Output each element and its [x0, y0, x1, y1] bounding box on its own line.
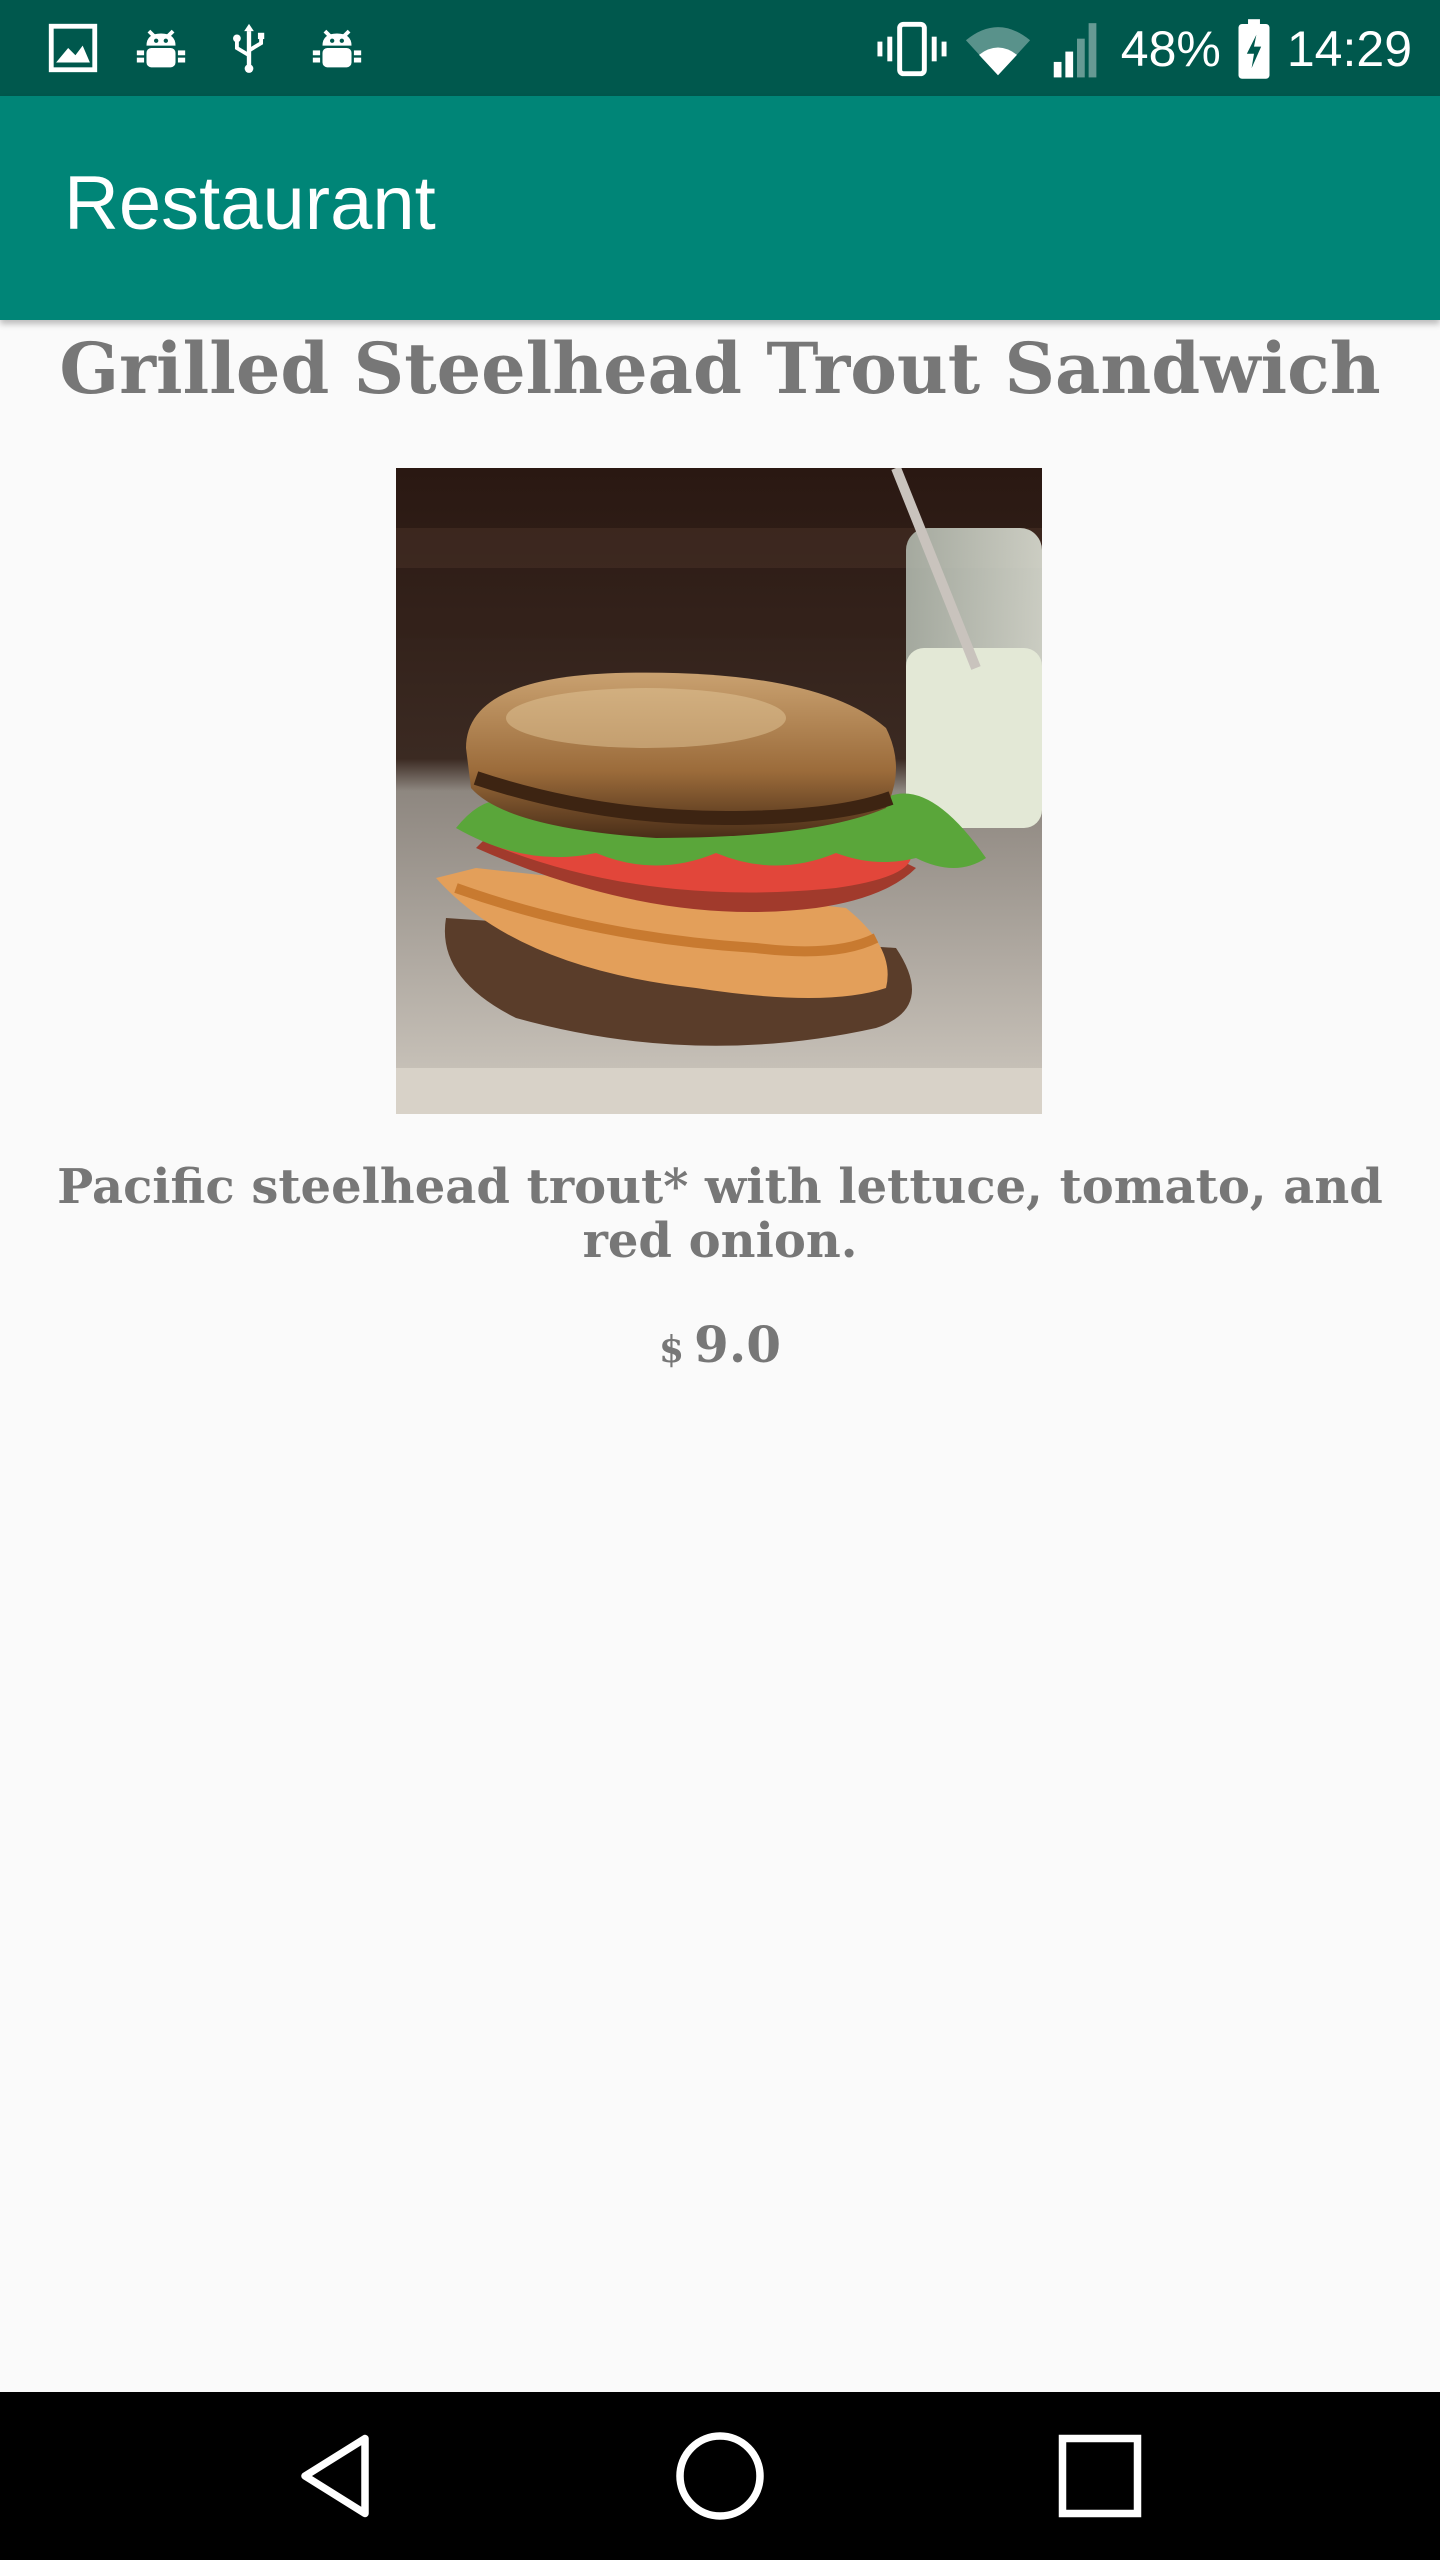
- dish-photo: [396, 468, 1042, 1114]
- clock: 14:29: [1286, 21, 1412, 77]
- dish-description: Pacific steelhead trout* with lettuce, t…: [57, 1159, 1383, 1269]
- navigation-bar: [0, 2392, 1440, 2560]
- home-button[interactable]: [660, 2416, 780, 2536]
- back-icon: [301, 2434, 369, 2518]
- home-icon: [676, 2432, 764, 2520]
- dish-price: $9.0: [0, 1320, 1440, 1370]
- back-button[interactable]: [280, 2416, 400, 2536]
- price-amount: 9.0: [694, 1315, 782, 1374]
- battery-charging-icon: [1238, 19, 1270, 79]
- currency-symbol: $: [658, 1329, 685, 1371]
- recent-apps-icon: [1058, 2434, 1142, 2518]
- signal-icon: [1053, 23, 1097, 78]
- battery-percent: 48%: [1120, 21, 1221, 77]
- status-bar: 48% 14:29: [0, 0, 1440, 96]
- notification-icons: [44, 18, 366, 78]
- recent-apps-button[interactable]: [1040, 2416, 1160, 2536]
- gallery-icon: [48, 23, 98, 73]
- system-indicators: 48% 14:29: [875, 14, 1412, 84]
- app-title: Restaurant: [64, 161, 436, 246]
- sandwich-image: [396, 468, 1042, 1114]
- wifi-icon: [965, 27, 1030, 76]
- app-bar: Restaurant: [0, 96, 1440, 320]
- usb-icon: [233, 23, 265, 73]
- android-debug-icon: [136, 29, 186, 68]
- dish-name: Grilled Steelhead Trout Sandwich: [59, 327, 1381, 410]
- screen: 48% 14:29 Restaurant Grilled Steelhead T…: [0, 0, 1440, 2560]
- vibrate-icon: [877, 21, 947, 77]
- android-debug-icon: [312, 29, 362, 68]
